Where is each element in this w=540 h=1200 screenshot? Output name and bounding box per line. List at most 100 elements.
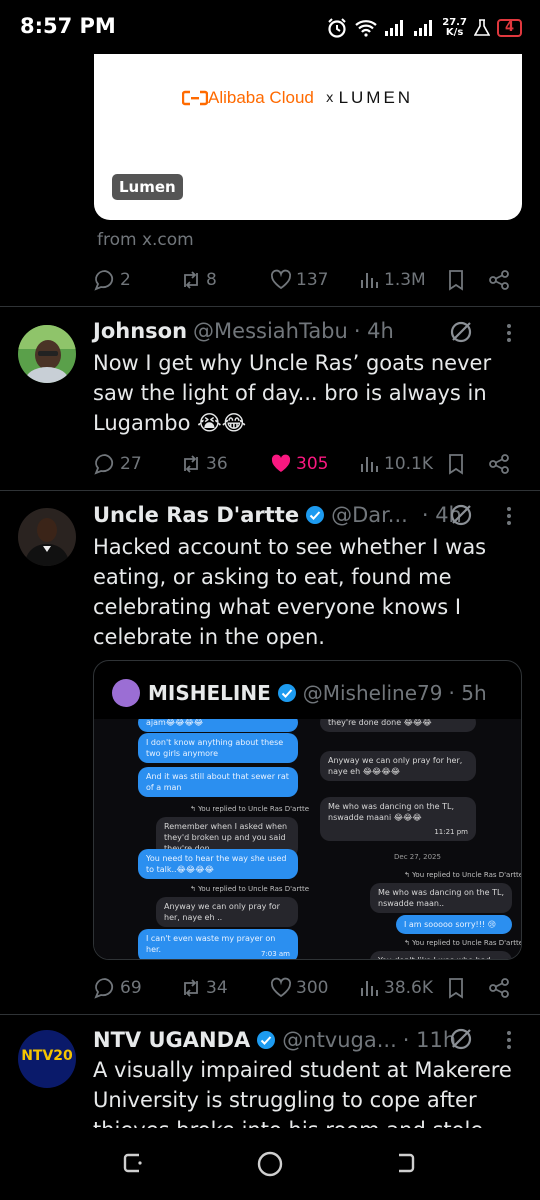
chat-reply-label: ↰ You replied to Uncle Ras D'artte: [190, 805, 310, 813]
signal-icon: [384, 19, 406, 37]
chat-bubble: ajam😂😂😂😂: [138, 719, 298, 732]
chat-bubble: Me who was dancing on the TL, nswadde ma…: [320, 797, 476, 841]
views-icon: [360, 978, 380, 998]
repost-button[interactable]: 8: [180, 265, 217, 295]
views-count: 1.3M: [384, 270, 426, 290]
avatar[interactable]: NTV20: [18, 1030, 76, 1088]
reply-count: 69: [120, 978, 142, 998]
like-button[interactable]: 305: [270, 449, 328, 479]
views-button[interactable]: 10.1K: [360, 449, 433, 479]
repost-button[interactable]: 36: [180, 449, 228, 479]
tweet-text: Hacked account to see whether I was eati…: [93, 535, 487, 649]
avatar[interactable]: [18, 508, 76, 566]
chat-date: Dec 27, 2025: [394, 853, 441, 861]
avatar-logo-text: NTV20: [21, 1048, 73, 1064]
net-speed: 27.7 K/s: [442, 18, 467, 38]
chat-bubble: And it was still about that sewer rat of…: [138, 767, 298, 797]
grok-icon[interactable]: [448, 1026, 474, 1052]
repost-icon: [180, 977, 202, 999]
author-name[interactable]: Johnson: [93, 319, 187, 343]
chat-bubble-text: Me who was dancing on the TL, nswadde ma…: [328, 802, 455, 822]
card-logo: Alibaba Cloud x LUMEN: [182, 88, 413, 108]
more-options-icon[interactable]: [500, 1029, 518, 1051]
chat-bubble: Me who was dancing on the TL, nswadde ma…: [370, 883, 512, 913]
bookmark-button[interactable]: [446, 265, 466, 295]
tweet-time: · 4h: [353, 319, 394, 343]
chat-bubble: they're done done 😂😂😂: [320, 719, 476, 732]
heart-icon: [270, 269, 292, 291]
grok-icon[interactable]: [448, 319, 474, 345]
avatar[interactable]: [18, 325, 76, 383]
chat-bubble: Anyway we can only pray for her, naye eh…: [156, 897, 298, 927]
chat-bubble: I am sooooo sorry!!! 😢: [396, 915, 512, 934]
grok-icon[interactable]: [448, 502, 474, 528]
share-icon: [488, 269, 510, 291]
status-bar: 8:57 PM 27.7 K/s 4: [0, 0, 540, 54]
like-count: 300: [296, 978, 329, 998]
quoted-screenshot-image[interactable]: ajam😂😂😂😂 I don't know anything about the…: [94, 719, 522, 959]
reply-button[interactable]: 2: [94, 265, 131, 295]
views-icon: [360, 270, 380, 290]
status-time: 8:57 PM: [20, 14, 116, 38]
repost-button[interactable]: 34: [180, 973, 228, 1003]
reply-count: 27: [120, 454, 142, 474]
quoted-author-name[interactable]: MISHELINE: [148, 681, 271, 705]
bookmark-button[interactable]: [446, 973, 466, 1003]
share-button[interactable]: [488, 449, 510, 479]
views-button[interactable]: 1.3M: [360, 265, 426, 295]
back-icon[interactable]: [392, 1150, 418, 1176]
share-button[interactable]: [488, 973, 510, 1003]
share-icon: [488, 977, 510, 999]
quoted-tweet[interactable]: MISHELINE @Misheline79 · 5h ajam😂😂😂😂 I d…: [93, 660, 522, 960]
views-count: 10.1K: [384, 454, 433, 474]
wifi-icon: [355, 19, 377, 37]
home-icon[interactable]: [256, 1150, 284, 1178]
chat-reply-label: ↰ You replied to Uncle Ras D'artte: [190, 885, 310, 893]
author-name[interactable]: Uncle Ras D'artte: [93, 503, 299, 527]
quoted-tweet-time: · 5h: [448, 681, 487, 705]
quoted-author-handle[interactable]: @Misheline79: [303, 681, 443, 705]
tweet-text: A visually impaired student at Makerere …: [93, 1058, 512, 1128]
chat-bubble-text: I can't even waste my prayer on her.: [146, 934, 276, 954]
system-nav-bar: [0, 1128, 540, 1200]
reply-button[interactable]: 69: [94, 973, 142, 1003]
card-logo-alibaba: Alibaba Cloud: [208, 88, 314, 107]
link-preview-card[interactable]: Alibaba Cloud x LUMEN Lumen: [94, 54, 522, 220]
lab-icon: [473, 19, 490, 37]
like-button[interactable]: 137: [270, 265, 328, 295]
reply-button[interactable]: 27: [94, 449, 142, 479]
signal-icon: [413, 19, 435, 37]
chat-bubble: You need to hear the way she used to tal…: [138, 849, 298, 879]
reply-count: 2: [120, 270, 131, 290]
chat-bubble: I don't know anything about these two gi…: [138, 733, 298, 763]
repost-count: 34: [206, 978, 228, 998]
alibaba-cloud-logo-icon: [182, 90, 208, 106]
more-options-icon[interactable]: [500, 505, 518, 527]
reply-icon: [94, 269, 116, 291]
card-logo-lumen: LUMEN: [338, 88, 414, 107]
quoted-avatar[interactable]: [112, 679, 140, 707]
author-handle[interactable]: @ntvuga...: [282, 1028, 397, 1052]
card-domain-badge: Lumen: [112, 174, 183, 200]
share-icon: [488, 453, 510, 475]
author-name[interactable]: NTV UGANDA: [93, 1028, 250, 1052]
card-logo-x: x: [325, 90, 334, 106]
reply-icon: [94, 453, 116, 475]
verified-badge-icon: [305, 505, 325, 525]
card-source[interactable]: from x.com: [97, 230, 194, 250]
views-button[interactable]: 38.6K: [360, 973, 433, 1003]
share-button[interactable]: [488, 265, 510, 295]
chat-reply-label: ↰ You replied to Uncle Ras D'artte: [404, 871, 522, 879]
repost-icon: [180, 269, 202, 291]
verified-badge-icon: [277, 683, 297, 703]
bookmark-button[interactable]: [446, 449, 466, 479]
bookmark-icon: [446, 977, 466, 999]
author-handle[interactable]: @MessiahTabu: [193, 319, 348, 343]
chat-time: 11:21 pm: [434, 828, 468, 836]
recent-apps-icon[interactable]: [120, 1150, 146, 1176]
bookmark-icon: [446, 269, 466, 291]
author-handle[interactable]: @Dar...: [331, 503, 408, 527]
like-button[interactable]: 300: [270, 973, 328, 1003]
more-options-icon[interactable]: [500, 322, 518, 344]
alarm-icon: [326, 17, 348, 39]
